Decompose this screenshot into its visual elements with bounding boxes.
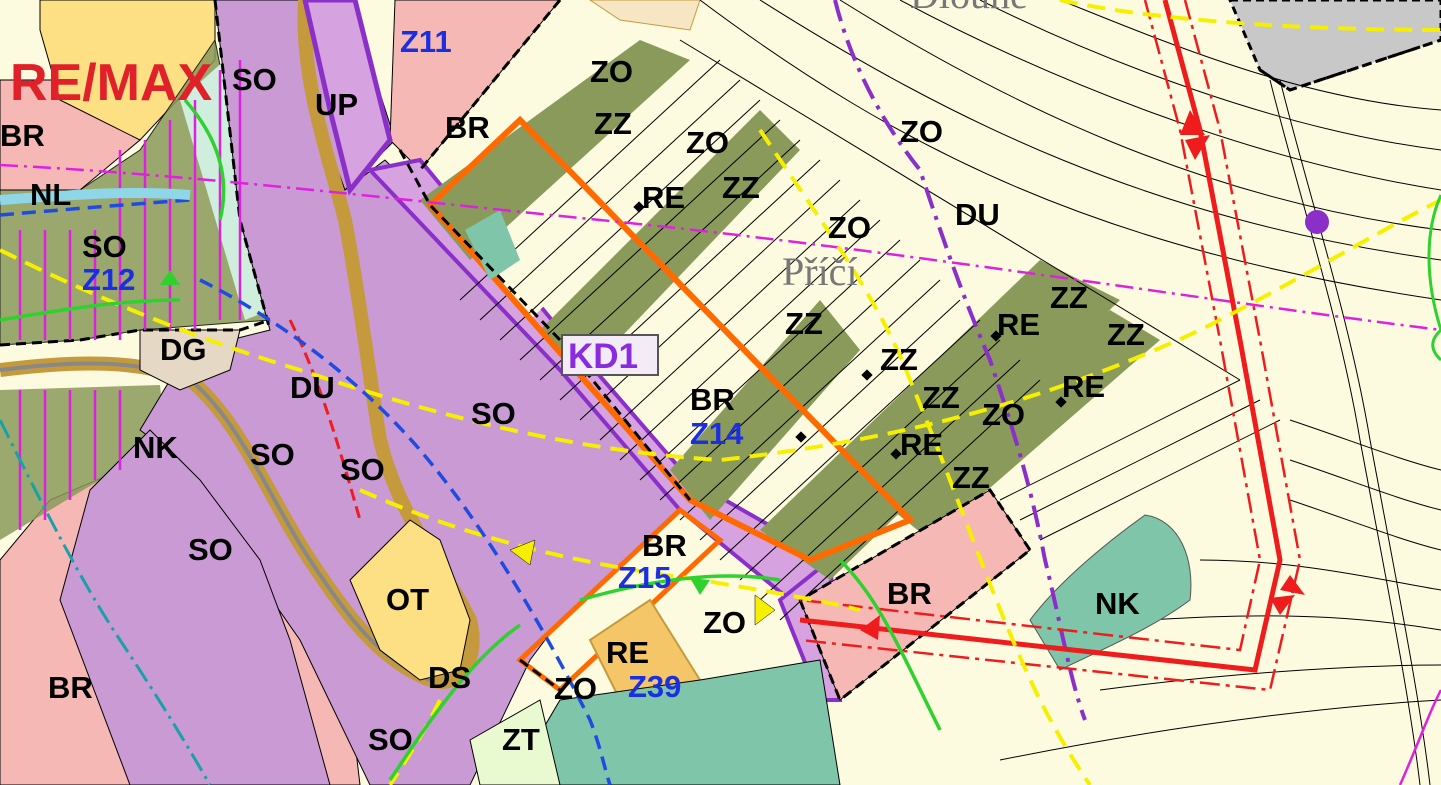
- zone-label-nk-2: NK: [1095, 586, 1140, 621]
- zone-label-zo-2: ZO: [686, 125, 729, 160]
- zone-label-zt: ZT: [502, 722, 540, 757]
- zone-label-re-3: RE: [1062, 369, 1105, 404]
- locality-name-top: Dlouhé: [910, 0, 1028, 17]
- remax-logo: RE/MAX: [10, 54, 213, 112]
- zone-label-zz-2: ZZ: [722, 170, 760, 205]
- zone-label-du-1: DU: [955, 197, 1000, 232]
- zone-label-re-5: RE: [606, 635, 649, 670]
- zone-label-zz-1: ZZ: [594, 106, 632, 141]
- zone-label-so-1: SO: [232, 62, 277, 97]
- zone-label-z11: Z11: [400, 24, 452, 59]
- zone-label-nl-1: NL: [30, 177, 71, 212]
- zone-label-zo-6: ZO: [703, 605, 746, 640]
- locality-name: Příčí: [782, 249, 858, 294]
- zone-label-br-5: BR: [887, 576, 932, 611]
- zone-label-up: UP: [315, 87, 358, 122]
- zone-label-zz-6: ZZ: [880, 342, 918, 377]
- zone-label-zz-5: ZZ: [785, 306, 823, 341]
- zone-label-br-6: BR: [48, 670, 93, 705]
- corridor-badge-label: KD1: [568, 337, 638, 376]
- zone-label-zo-3: ZO: [900, 114, 943, 149]
- zone-label-zo-7: ZO: [554, 671, 597, 706]
- zone-label-zo-4: ZO: [828, 210, 871, 245]
- zone-label-re-1: RE: [642, 180, 685, 215]
- zone-label-re-2: RE: [997, 307, 1040, 342]
- survey-point-marker[interactable]: [1305, 210, 1329, 234]
- zone-label-zz-3: ZZ: [1050, 280, 1088, 315]
- zone-label-z15: Z15: [618, 560, 671, 595]
- zone-label-so-2: SO: [82, 229, 127, 264]
- zone-label-z14: Z14: [690, 416, 744, 451]
- zone-label-ot: OT: [386, 582, 429, 617]
- zone-label-so-3: SO: [471, 396, 516, 431]
- zone-label-nk-1: NK: [133, 430, 178, 465]
- zone-label-so-5: SO: [340, 452, 385, 487]
- zone-label-br-4: BR: [642, 528, 687, 563]
- zone-label-ds: DS: [428, 660, 471, 695]
- zone-label-so-6: SO: [188, 532, 233, 567]
- zone-label-zo-1: ZO: [590, 54, 633, 89]
- zone-label-zz-8: ZZ: [952, 460, 990, 495]
- zone-label-zz-7: ZZ: [922, 380, 960, 415]
- zone-label-z12: Z12: [82, 262, 135, 297]
- zone-label-re-4: RE: [900, 427, 943, 462]
- zone-label-br-1: BR: [0, 118, 45, 153]
- zone-label-so-4: SO: [250, 437, 295, 472]
- zone-label-du-2: DU: [290, 370, 335, 405]
- zone-label-zo-5: ZO: [982, 397, 1025, 432]
- zone-label-br-3: BR: [690, 382, 735, 417]
- zone-label-zz-4: ZZ: [1107, 317, 1145, 352]
- zone-label-br-2: BR: [445, 110, 490, 145]
- zone-label-dg: DG: [160, 332, 207, 367]
- land-use-map[interactable]: Dlouhé Příčí KD1 RE/MAX SOBRNLSOZ12UPZ11…: [0, 0, 1441, 785]
- zone-label-so-7: SO: [368, 722, 413, 757]
- zone-label-z39: Z39: [628, 669, 681, 704]
